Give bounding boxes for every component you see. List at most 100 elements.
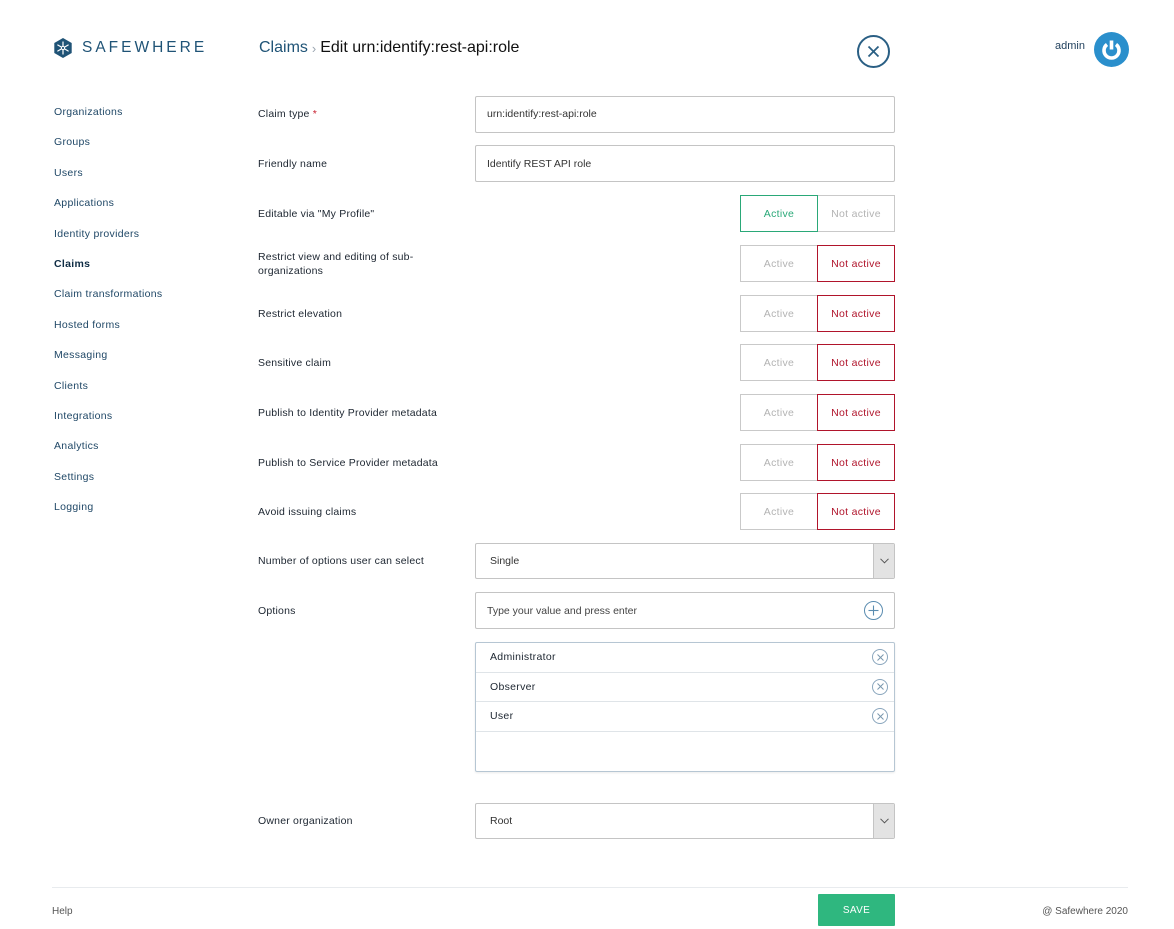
- sidebar-item-organizations[interactable]: Organizations: [54, 104, 224, 134]
- user-menu: admin: [1055, 32, 1129, 67]
- toggle-label: Publish to Service Provider metadata: [258, 456, 438, 469]
- toggle-row-editable-my-profile: Editable via "My Profile" Active Not act…: [258, 195, 895, 232]
- claim-edit-form: Claim type * urn:identify:rest-api:role …: [258, 95, 895, 839]
- option-item-label: Observer: [490, 680, 536, 693]
- toggle-row-avoid-issuing: Avoid issuing claims Active Not active: [258, 493, 895, 530]
- options-row: Options Type your value and press enter: [258, 592, 895, 629]
- add-option-icon[interactable]: [864, 601, 883, 620]
- restrict-sub-orgs-toggle: Active Not active: [740, 245, 895, 282]
- breadcrumb: Claims › Edit urn:identify:rest-api:role: [259, 39, 519, 57]
- copyright: @ Safewhere 2020: [1042, 906, 1128, 917]
- remove-option-icon[interactable]: [872, 678, 888, 695]
- sidebar-item-applications[interactable]: Applications: [54, 195, 224, 225]
- brand-name: SAFEWHERE: [82, 39, 208, 56]
- sidebar-item-messaging[interactable]: Messaging: [54, 347, 224, 377]
- not-active-option[interactable]: Not active: [817, 444, 895, 481]
- remove-option-icon[interactable]: [872, 649, 888, 666]
- owner-org-value: Root: [490, 815, 513, 827]
- not-active-option[interactable]: Not active: [817, 394, 895, 431]
- toggle-label: Editable via "My Profile": [258, 207, 375, 220]
- option-item: User: [476, 702, 894, 732]
- close-icon: [867, 45, 880, 58]
- sidebar-item-hosted-forms[interactable]: Hosted forms: [54, 317, 224, 347]
- friendly-name-row: Friendly name Identify REST API role: [258, 145, 895, 182]
- not-active-option[interactable]: Not active: [817, 245, 895, 282]
- num-options-select[interactable]: Single: [475, 543, 895, 579]
- option-item: Administrator: [476, 643, 894, 673]
- option-item-label: User: [490, 710, 514, 723]
- sidebar-item-clients[interactable]: Clients: [54, 378, 224, 408]
- brand-logo[interactable]: SAFEWHERE: [53, 38, 207, 58]
- help-link[interactable]: Help: [52, 906, 73, 917]
- toggle-row-restrict-sub-orgs: Restrict view and editing of sub-organiz…: [258, 245, 895, 282]
- toggle-label: Avoid issuing claims: [258, 505, 357, 518]
- logout-button[interactable]: [1094, 32, 1129, 67]
- not-active-option[interactable]: Not active: [817, 344, 895, 381]
- active-option[interactable]: Active: [740, 295, 818, 332]
- sidebar-item-groups[interactable]: Groups: [54, 134, 224, 164]
- toggle-label: Publish to Identity Provider metadata: [258, 406, 437, 419]
- options-list: Administrator Observer User: [475, 642, 895, 772]
- restrict-elevation-toggle: Active Not active: [740, 295, 895, 332]
- option-item-label: Administrator: [490, 651, 556, 664]
- toggle-row-restrict-elevation: Restrict elevation Active Not active: [258, 295, 895, 332]
- publish-sp-metadata-toggle: Active Not active: [740, 444, 895, 481]
- editable-my-profile-toggle: Active Not active: [740, 195, 895, 232]
- sidebar-item-settings[interactable]: Settings: [54, 469, 224, 499]
- num-options-row: Number of options user can select Single: [258, 543, 895, 579]
- toggle-label: Restrict view and editing of sub-organiz…: [258, 250, 414, 277]
- not-active-option[interactable]: Not active: [817, 493, 895, 530]
- active-option[interactable]: Active: [740, 444, 818, 481]
- sidebar-nav: Organizations Groups Users Applications …: [54, 104, 224, 529]
- snowflake-hexagon-icon: [54, 38, 72, 58]
- claim-type-row: Claim type * urn:identify:rest-api:role: [258, 95, 895, 133]
- required-marker: *: [312, 108, 318, 120]
- num-options-label: Number of options user can select: [258, 555, 424, 567]
- active-option[interactable]: Active: [740, 245, 818, 282]
- claim-type-input[interactable]: urn:identify:rest-api:role: [475, 95, 895, 133]
- owner-org-label: Owner organization: [258, 815, 353, 827]
- toggle-label: Restrict elevation: [258, 307, 343, 320]
- page-title: Edit urn:identify:rest-api:role: [320, 39, 520, 56]
- remove-option-icon[interactable]: [872, 708, 888, 725]
- avoid-issuing-toggle: Active Not active: [740, 493, 895, 530]
- active-option[interactable]: Active: [740, 394, 818, 431]
- save-button[interactable]: SAVE: [818, 894, 895, 926]
- active-option[interactable]: Active: [740, 195, 818, 232]
- friendly-name-input[interactable]: Identify REST API role: [475, 145, 895, 182]
- sidebar-item-analytics[interactable]: Analytics: [54, 438, 224, 468]
- sensitive-claim-toggle: Active Not active: [740, 344, 895, 381]
- close-button[interactable]: [857, 35, 890, 68]
- footer-divider: [52, 887, 1128, 888]
- option-entry-placeholder: Type your value and press enter: [487, 604, 638, 617]
- sidebar-item-identity-providers[interactable]: Identity providers: [54, 226, 224, 256]
- not-active-option[interactable]: Not active: [817, 195, 895, 232]
- sidebar-item-users[interactable]: Users: [54, 165, 224, 195]
- power-icon: [1102, 40, 1121, 60]
- toggle-label: Sensitive claim: [258, 356, 332, 369]
- breadcrumb-separator: ›: [311, 40, 317, 56]
- owner-org-select[interactable]: Root: [475, 803, 895, 839]
- chevron-down-icon[interactable]: [873, 804, 894, 838]
- owner-org-row: Owner organization Root: [258, 803, 895, 839]
- sidebar-item-claim-transformations[interactable]: Claim transformations: [54, 286, 224, 316]
- option-entry-input[interactable]: Type your value and press enter: [475, 592, 895, 629]
- active-option[interactable]: Active: [740, 493, 818, 530]
- active-option[interactable]: Active: [740, 344, 818, 381]
- publish-idp-metadata-toggle: Active Not active: [740, 394, 895, 431]
- toggle-row-publish-idp-metadata: Publish to Identity Provider metadata Ac…: [258, 394, 895, 431]
- breadcrumb-claims-link[interactable]: Claims: [259, 39, 308, 57]
- options-label: Options: [258, 604, 296, 617]
- claim-type-label: Claim type *: [258, 108, 318, 120]
- sidebar-item-integrations[interactable]: Integrations: [54, 408, 224, 438]
- num-options-value: Single: [490, 555, 520, 567]
- user-name[interactable]: admin: [1055, 40, 1085, 52]
- sidebar-item-claims[interactable]: Claims: [54, 256, 224, 286]
- toggle-row-sensitive-claim: Sensitive claim Active Not active: [258, 344, 895, 381]
- friendly-name-label: Friendly name: [258, 157, 328, 170]
- not-active-option[interactable]: Not active: [817, 295, 895, 332]
- sidebar-item-logging[interactable]: Logging: [54, 499, 224, 529]
- chevron-down-icon[interactable]: [873, 544, 894, 578]
- option-item: Observer: [476, 673, 894, 702]
- toggle-row-publish-sp-metadata: Publish to Service Provider metadata Act…: [258, 444, 895, 481]
